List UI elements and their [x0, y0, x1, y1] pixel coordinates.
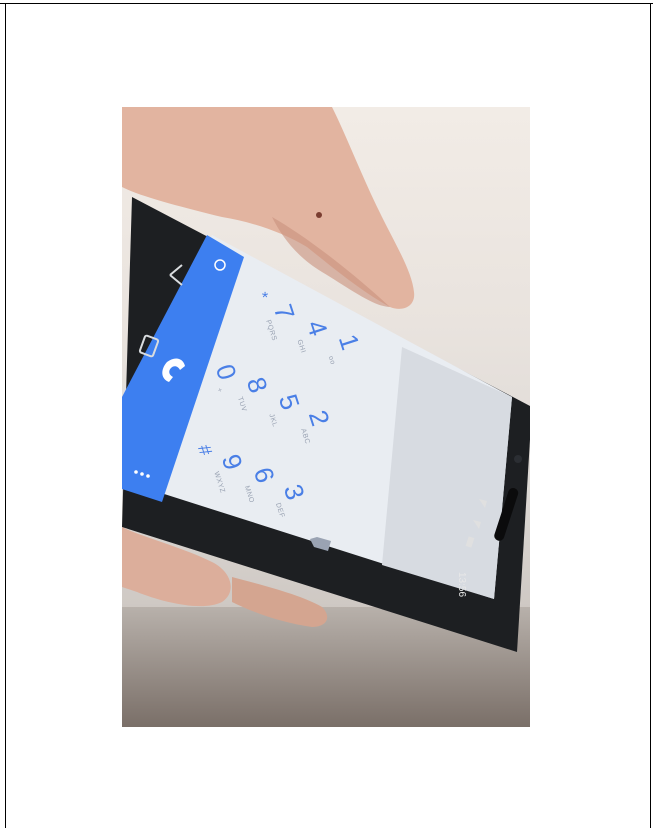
key-6-letters: MNO — [242, 484, 256, 505]
dialer-keypad: 1 2 3 4 5 6 7 8 9 * 0 # oo ABC DEF GHI J… — [122, 107, 530, 727]
key-0[interactable]: 0 — [210, 360, 243, 383]
key-1-letters: oo — [326, 355, 337, 366]
key-2-letters: ABC — [299, 427, 311, 446]
key-5-letters: JKL — [267, 412, 279, 429]
key-9-letters: WXYZ — [212, 470, 226, 495]
key-8[interactable]: 8 — [241, 373, 274, 396]
key-4[interactable]: 4 — [301, 316, 334, 339]
key-2[interactable]: 2 — [303, 406, 336, 429]
key-hash[interactable]: # — [191, 441, 219, 459]
key-9[interactable]: 9 — [216, 450, 249, 473]
photo: 1 2 3 4 5 6 7 8 9 * 0 # oo ABC DEF GHI J… — [122, 107, 530, 727]
key-1[interactable]: 1 — [333, 330, 366, 353]
key-3[interactable]: 3 — [278, 480, 311, 503]
frame-top-border — [0, 3, 653, 4]
key-8-letters: TUV — [236, 396, 248, 413]
key-6[interactable]: 6 — [248, 463, 281, 486]
key-5[interactable]: 5 — [273, 390, 306, 413]
key-star[interactable]: * — [248, 289, 275, 303]
key-7[interactable]: 7 — [268, 300, 301, 323]
key-3-letters: DEF — [274, 502, 286, 519]
frame-right-border — [650, 3, 651, 828]
key-0-letters: + — [215, 387, 224, 394]
key-4-letters: GHI — [295, 338, 307, 355]
key-7-letters: PQRS — [264, 319, 278, 342]
status-time: 13:56 — [456, 572, 467, 598]
frame-left-border — [5, 3, 6, 828]
